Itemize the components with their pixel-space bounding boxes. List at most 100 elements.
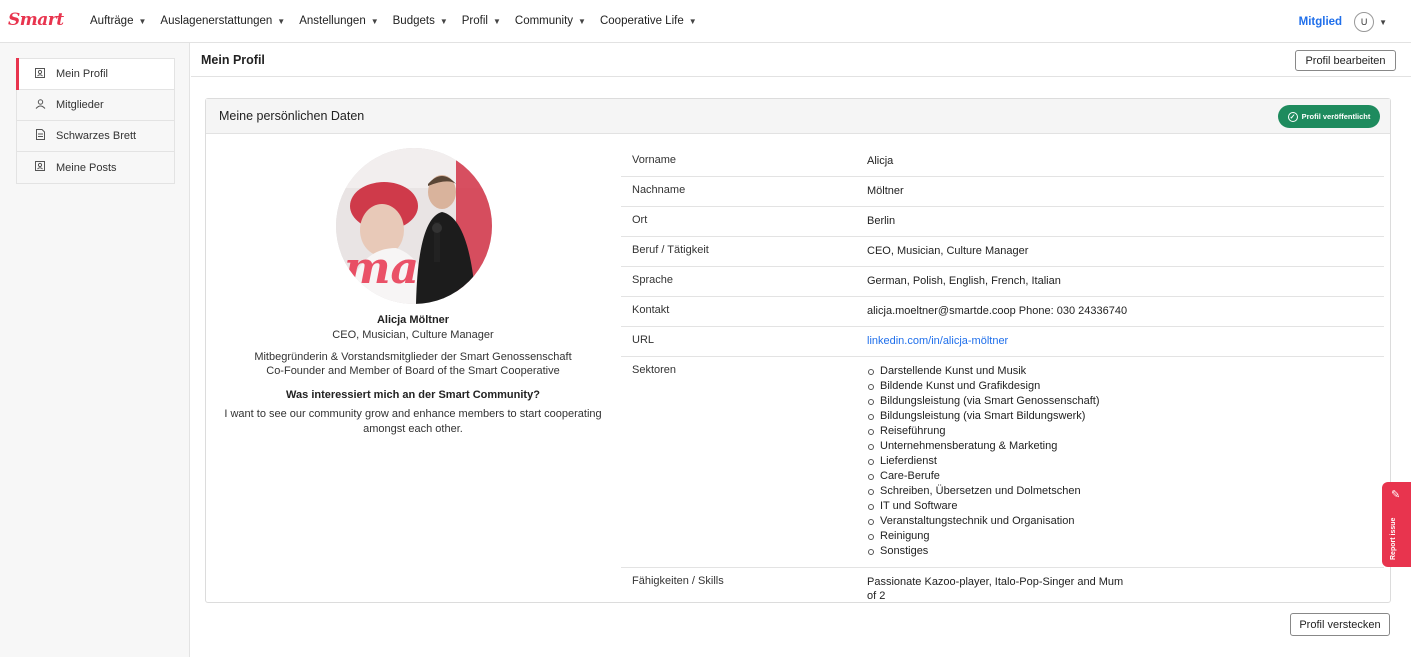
member-role-link[interactable]: Mitglied [1299,16,1342,28]
nav-label: Aufträge [90,15,134,27]
chevron-down-icon[interactable]: ▼ [1379,18,1387,27]
nav-profil[interactable]: Profil ▼ [462,15,501,27]
table-row: Nachname Möltner [621,177,1384,207]
personal-data-card: Meine persönlichen Daten ✓ Profil veröff… [205,98,1391,603]
status-badge: ✓ Profil veröffentlicht [1278,105,1380,128]
list-item: Sonstiges [867,544,1134,559]
sidebar-item-mitglieder[interactable]: Mitglieder [17,90,174,121]
chevron-down-icon: ▼ [370,16,379,26]
sidebar-item-schwarzes-brett[interactable]: Schwarzes Brett [17,121,174,152]
list-item: Veranstaltungstechnik und Organisation [867,514,1134,529]
chevron-down-icon: ▼ [688,16,697,26]
field-value: Berlin [867,215,896,227]
table-row: Sektoren Darstellende Kunst und Musik Bi… [621,357,1384,568]
linkedin-link[interactable]: linkedin.com/in/alicja-möltner [867,335,1008,347]
field-label: URL [632,334,655,346]
report-issue-label: Report issue [1390,517,1397,560]
list-item: IT und Software [867,499,1134,514]
pencil-icon: ✎ [1391,489,1401,501]
list-item: Lieferdienst [867,454,1134,469]
chevron-down-icon: ▼ [578,16,586,26]
sidebar-item-mein-profil[interactable]: Mein Profil [16,58,174,90]
avatar[interactable]: U [1354,12,1375,32]
table-row: Vorname Alicja [621,147,1384,177]
chevron-down-icon: ▼ [492,16,501,26]
chevron-down-icon: ▼ [277,16,286,26]
list-item: Unternehmensberatung & Marketing [867,439,1134,454]
interest-question: Was interessiert mich an der Smart Commu… [286,389,540,401]
nav-community[interactable]: Community ▼ [515,15,586,27]
hide-profile-button[interactable]: Profil verstecken [1290,613,1390,636]
field-value: Passionate Kazoo-player, Italo-Pop-Singe… [867,576,1124,602]
sidebar-item-meine-posts[interactable]: Meine Posts [17,152,174,183]
nav-label: Profil [461,15,488,27]
profile-bio: Mitbegründerin & Vorstandsmitglieder der… [206,350,620,378]
field-label: Ort [632,214,648,226]
table-row: Sprache German, Polish, English, French,… [621,267,1384,297]
check-circle-icon: ✓ [1287,111,1298,122]
page-title: Mein Profil [201,53,265,67]
field-label: Fähigkeiten / Skills [632,575,724,587]
list-item: Reiseführung [867,424,1134,439]
profile-card-icon [33,67,47,81]
main-nav: Aufträge ▼ Auslagenerstattungen ▼ Anstellu… [90,15,711,27]
field-label: Beruf / Tätigkeit [632,244,709,256]
field-value: CEO, Musician, Culture Manager [867,245,1029,257]
nav-budgets[interactable]: Budgets ▼ [393,15,448,27]
smart-logo[interactable]: Smart [8,10,64,30]
report-issue-tab[interactable]: ✎ Report issue [1382,482,1411,567]
top-navbar: Smart Aufträge ▼ Auslagenerstattungen ▼ An… [0,0,1411,43]
edit-profile-button[interactable]: Profil bearbeiten [1295,50,1396,71]
sidebar: Mein Profil Mitglieder Schwarzes Brett M… [0,43,190,657]
field-label: Kontakt [632,304,670,316]
list-item: Care-Berufe [867,469,1134,484]
interest-answer: I want to see our community grow and enh… [224,408,602,435]
list-item: Bildungsleistung (via Smart Genossenscha… [867,394,1134,409]
profile-photo: mar [336,148,492,304]
field-value: Darstellende Kunst und Musik Bildende Ku… [867,364,1384,559]
list-item: Bildende Kunst und Grafikdesign [867,379,1134,394]
field-value: alicja.moeltner@smartde.coop Phone: 030 … [867,305,1128,317]
sidebar-menu: Mein Profil Mitglieder Schwarzes Brett M… [16,58,175,184]
profile-name: Alicja Möltner [376,314,450,326]
sidebar-item-label: Mitglieder [56,99,104,111]
list-item: Bildungsleistung (via Smart Bildungswerk… [867,409,1134,424]
chevron-down-icon: ▼ [439,16,448,26]
table-row: Kontakt alicja.moeltner@smartde.coop Pho… [621,297,1384,327]
nav-label: Community [514,15,574,27]
status-badge-label: Profil veröffentlicht [1301,112,1371,121]
field-value: German, Polish, English, French, Italian [867,275,1061,287]
nav-auslagenerstattungen[interactable]: Auslagenerstattungen ▼ [160,15,285,27]
profile-role: CEO, Musician, Culture Manager [332,329,494,341]
page-header: Mein Profil Profil bearbeiten [191,43,1411,77]
nav-auftraege[interactable]: Aufträge ▼ [90,15,146,27]
nav-label: Anstellungen [299,15,366,27]
field-value: Möltner [867,185,904,197]
sidebar-item-label: Mein Profil [56,68,108,80]
nav-label: Auslagenerstattungen [160,15,273,27]
nav-cooperative-life[interactable]: Cooperative Life ▼ [600,15,697,27]
document-icon [33,129,47,143]
list-item: Darstellende Kunst und Musik [867,364,1134,379]
nav-label: Cooperative Life [599,15,684,27]
field-label: Sprache [632,274,673,286]
table-row: Beruf / Tätigkeit CEO, Musician, Culture… [621,237,1384,267]
sidebar-item-label: Meine Posts [56,161,117,174]
field-value: linkedin.com/in/alicja-möltner [867,334,1384,348]
field-value: Alicja [867,155,894,167]
table-row: URL linkedin.com/in/alicja-möltner [621,327,1384,357]
chevron-down-icon: ▼ [138,16,147,26]
list-item: Schreiben, Übersetzen und Dolmetschen [867,484,1134,499]
field-label: Vorname [632,154,677,166]
card-header: Meine persönlichen Daten ✓ Profil veröff… [206,99,1390,134]
list-item: Reinigung [867,529,1134,544]
profile-bio-line: Mitbegründerin & Vorstandsmitglieder der… [254,351,572,363]
sidebar-item-label: Schwarzes Brett [56,130,137,142]
profile-card-icon [33,161,47,174]
nav-anstellungen[interactable]: Anstellungen ▼ [299,15,378,27]
users-icon [33,98,47,112]
table-row: Ort Berlin [621,207,1384,237]
user-menu[interactable]: Mitglied U ▼ [1299,12,1387,32]
field-label: Nachname [632,184,686,196]
profile-bio-line: Co-Founder and Member of Board of the Sm… [266,365,560,377]
